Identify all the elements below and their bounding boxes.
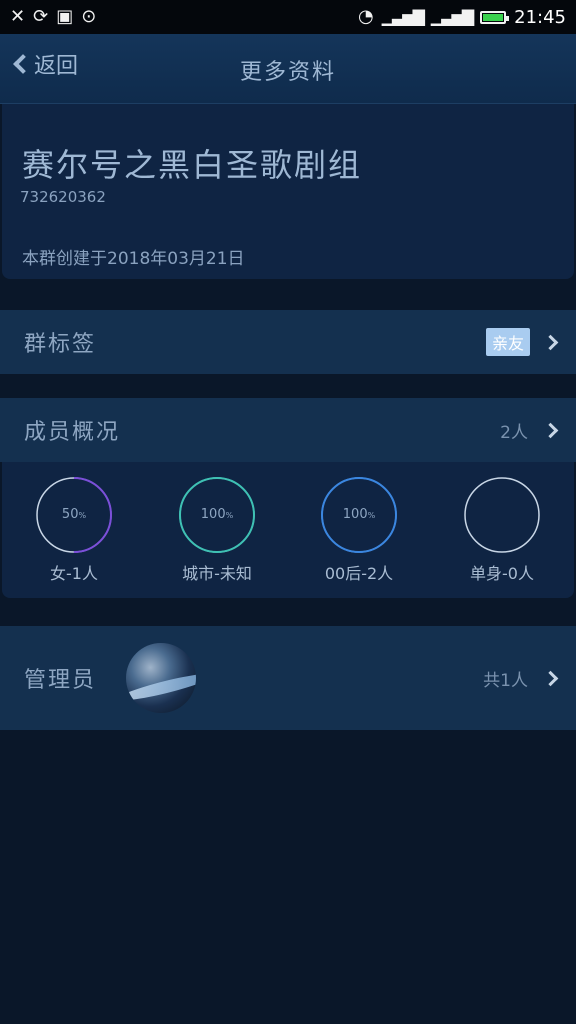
signal-icon: ▁▃▅▇ xyxy=(381,7,425,26)
ring-track xyxy=(464,477,540,553)
stat-single: 单身-0人 xyxy=(447,476,557,584)
admin-row[interactable]: 管理员 共1人 xyxy=(0,626,576,730)
stat-unit: % xyxy=(225,511,234,520)
clock: 21:45 xyxy=(514,6,566,28)
stat-ring xyxy=(463,476,541,554)
avatar[interactable] xyxy=(126,643,196,713)
status-left-icons: ✕ ⟳ ▣ ⊙ xyxy=(10,8,96,26)
stat-label: 单身-0人 xyxy=(470,564,534,583)
ring-text: 100% xyxy=(320,476,398,555)
chevron-right-icon xyxy=(542,670,559,686)
chevron-right-icon xyxy=(542,422,559,438)
member-stats-card: 50% 女-1人 100% 城市-未知 100% 00后-2人 单身-0人 xyxy=(2,462,574,598)
missed-call-icon: ✕ xyxy=(10,6,26,27)
stat-label: 女-1人 xyxy=(50,564,98,583)
stat-ring: 100% xyxy=(320,476,398,554)
stat-ring-svg xyxy=(464,477,540,553)
title-bar: 返回 更多资料 xyxy=(0,34,576,104)
stat-value: 100 xyxy=(200,507,226,522)
stat-label: 00后-2人 xyxy=(324,564,394,583)
admin-count: 共1人 xyxy=(483,670,528,691)
stat-value: 50 xyxy=(61,507,79,522)
status-bar: ✕ ⟳ ▣ ⊙ ◔ ▁▃▅▇ ▁▃▅▇ 21:45 xyxy=(0,0,576,34)
group-name: 赛尔号之黑白圣歌剧组 xyxy=(22,146,363,184)
page-title: 更多资料 xyxy=(239,60,336,85)
group-info-card: 赛尔号之黑白圣歌剧组 732620362 本群创建于2018年03月21日 xyxy=(2,104,574,279)
stat-value: 100 xyxy=(342,507,368,522)
image-icon: ▣ xyxy=(56,6,74,27)
chevron-right-icon xyxy=(542,334,559,350)
group-id: 732620362 xyxy=(20,188,106,206)
sync-icon: ⟳ xyxy=(33,6,49,27)
battery-icon xyxy=(480,10,510,24)
stat-city: 100% 城市-未知 xyxy=(162,476,272,584)
member-count: 2人 xyxy=(500,422,528,443)
status-right-icons: ◔ ▁▃▅▇ ▁▃▅▇ 21:45 xyxy=(358,7,566,28)
stat-gender: 50% 女-1人 xyxy=(19,476,129,584)
stat-label: 城市-未知 xyxy=(182,564,252,583)
group-tags-row[interactable]: 群标签 亲友 xyxy=(0,310,576,374)
group-created-date: 本群创建于2018年03月21日 xyxy=(22,249,245,269)
stat-unit: % xyxy=(367,511,376,520)
tag-badge: 亲友 xyxy=(485,328,530,356)
stat-ring: 50% xyxy=(35,476,113,554)
stat-unit: % xyxy=(78,511,87,520)
battery-fill xyxy=(483,13,504,21)
more-icon: ⊙ xyxy=(81,6,97,27)
signal-2-icon: ▁▃▅▇ xyxy=(430,7,474,26)
stat-ring: 100% xyxy=(178,476,256,554)
ring-text: 100% xyxy=(178,476,256,555)
group-tags-label: 群标签 xyxy=(24,332,97,357)
admin-label: 管理员 xyxy=(24,668,97,693)
wifi-icon: ◔ xyxy=(357,6,374,27)
stat-age: 100% 00后-2人 xyxy=(304,476,414,584)
members-overview-row[interactable]: 成员概况 2人 xyxy=(0,398,576,462)
members-overview-label: 成员概况 xyxy=(24,420,121,445)
ring-text: 50% xyxy=(35,476,113,555)
